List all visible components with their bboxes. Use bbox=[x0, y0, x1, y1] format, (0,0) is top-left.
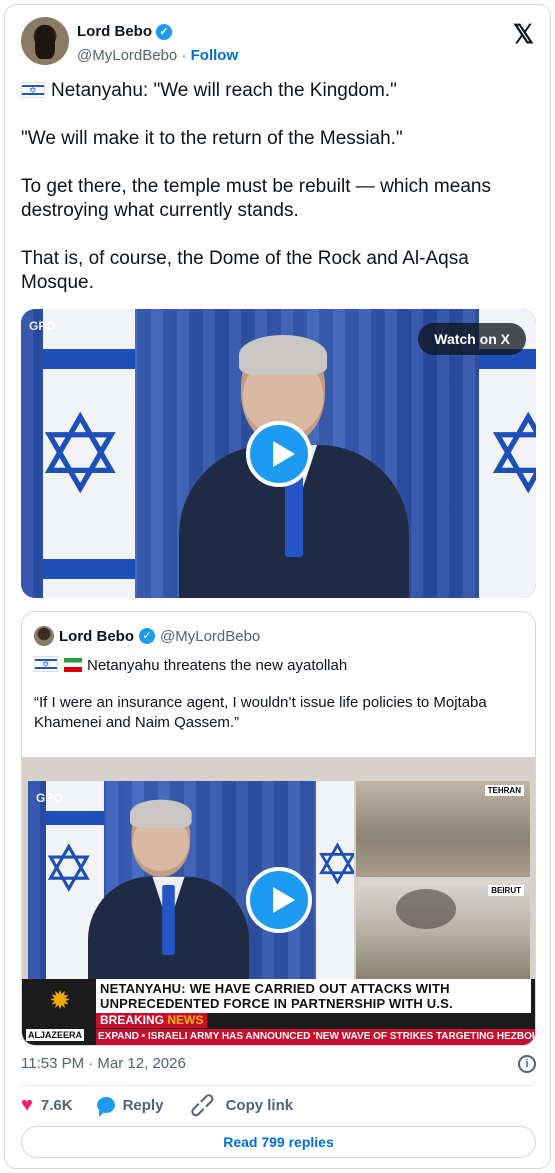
quoted-play-button-icon[interactable] bbox=[246, 867, 312, 933]
tweet-meta: 11:53 PM · Mar 12, 2026 i bbox=[21, 1055, 536, 1073]
reply-label: Reply bbox=[122, 1096, 164, 1114]
tehran-inset: TEHRAN bbox=[356, 781, 530, 877]
like-button[interactable]: ♥ 7.6K bbox=[21, 1095, 73, 1115]
tweet-header: Lord Bebo ✓ @MyLordBebo · Follow 𝕏 bbox=[21, 17, 534, 65]
quoted-gpo-watermark: GPO bbox=[36, 791, 63, 805]
israel-flag-icon bbox=[34, 656, 58, 672]
verified-badge-icon: ✓ bbox=[156, 23, 172, 40]
author-handle[interactable]: @MyLordBebo bbox=[77, 47, 177, 64]
separator-dot: · bbox=[181, 47, 187, 64]
tweet-line-3: To get there, the temple must be rebuilt… bbox=[21, 176, 491, 221]
author-name[interactable]: Lord Bebo bbox=[77, 23, 152, 40]
tweet-line-1: Netanyahu: "We will reach the Kingdom." bbox=[21, 79, 536, 103]
news-crawl: EXPAND • ISRAELI ARMY HAS ANNOUNCED 'NEW… bbox=[96, 1029, 535, 1045]
quoted-verified-badge-icon: ✓ bbox=[139, 628, 155, 644]
beirut-inset: BEIRUT bbox=[356, 881, 530, 979]
quoted-author-name: Lord Bebo bbox=[59, 627, 134, 645]
quoted-line-1-text: Netanyahu threatens the new ayatollah bbox=[87, 657, 348, 674]
reply-bubble-icon bbox=[96, 1097, 115, 1117]
flag-left: ✡ bbox=[35, 309, 135, 598]
link-icon: ⊂⊃ bbox=[184, 1087, 221, 1123]
info-icon[interactable]: i bbox=[518, 1055, 536, 1073]
quoted-line-2: “If I were an insurance agent, I wouldn’… bbox=[34, 694, 487, 731]
author-handle-row: @MyLordBebo · Follow bbox=[77, 47, 238, 64]
copy-link-button[interactable]: ⊂⊃ Copy link bbox=[185, 1087, 294, 1122]
breaking-news-label: BREAKING NEWS bbox=[96, 1013, 208, 1028]
gpo-watermark: GPO bbox=[29, 319, 56, 333]
avatar[interactable] bbox=[21, 17, 69, 65]
watch-on-x-button[interactable]: Watch on X bbox=[418, 323, 526, 355]
tweet-card: Lord Bebo ✓ @MyLordBebo · Follow 𝕏 Netan… bbox=[4, 4, 551, 1169]
tweet-line-1-text: Netanyahu: "We will reach the Kingdom." bbox=[51, 80, 397, 101]
like-count: 7.6K bbox=[40, 1096, 73, 1114]
quoted-avatar bbox=[34, 626, 54, 646]
tweet-text: Netanyahu: "We will reach the Kingdom." … bbox=[21, 79, 536, 319]
quoted-author-handle: @MyLordBebo bbox=[160, 627, 261, 645]
channel-name: ALJAZEERA bbox=[26, 1029, 85, 1041]
israel-flag-icon bbox=[21, 82, 45, 98]
copy-link-label: Copy link bbox=[225, 1096, 294, 1114]
read-replies-button[interactable]: Read 799 replies bbox=[21, 1126, 536, 1158]
tehran-label: TEHRAN bbox=[484, 785, 524, 796]
tweet-line-2: "We will make it to the return of the Me… bbox=[21, 128, 403, 149]
x-logo-icon[interactable]: 𝕏 bbox=[513, 21, 534, 47]
quoted-video-player[interactable]: ✡ ✡ GPO TEHRAN BEIRUT ✹ ALJAZEERA N bbox=[22, 757, 535, 1045]
author-name-row: Lord Bebo ✓ bbox=[77, 23, 172, 40]
play-button-icon[interactable] bbox=[246, 421, 312, 487]
reply-button[interactable]: Reply bbox=[96, 1095, 164, 1117]
beirut-label: BEIRUT bbox=[488, 885, 524, 896]
quoted-line-1: Netanyahu threatens the new ayatollah bbox=[34, 656, 347, 674]
video-player[interactable]: ✡ ✡ GPO Watch on X bbox=[21, 309, 536, 598]
iran-flag-icon bbox=[64, 658, 82, 672]
timestamp[interactable]: 11:53 PM · Mar 12, 2026 bbox=[21, 1055, 186, 1072]
quoted-tweet[interactable]: Lord Bebo ✓ @MyLordBebo Netanyahu threat… bbox=[21, 611, 536, 1046]
tweet-line-4: That is, of course, the Dome of the Rock… bbox=[21, 248, 469, 293]
quoted-header: Lord Bebo ✓ @MyLordBebo bbox=[34, 626, 260, 646]
news-ticker: ✹ ALJAZEERA NETANYAHU: WE HAVE CARRIED O… bbox=[22, 979, 535, 1045]
follow-button[interactable]: Follow bbox=[191, 47, 239, 64]
aljazeera-logo-icon: ✹ bbox=[49, 985, 71, 1015]
heart-icon: ♥ bbox=[21, 1094, 33, 1116]
news-headline: NETANYAHU: WE HAVE CARRIED OUT ATTACKS W… bbox=[96, 979, 531, 1013]
action-bar: ♥ 7.6K Reply ⊂⊃ Copy link bbox=[21, 1087, 294, 1122]
divider bbox=[21, 1085, 534, 1086]
